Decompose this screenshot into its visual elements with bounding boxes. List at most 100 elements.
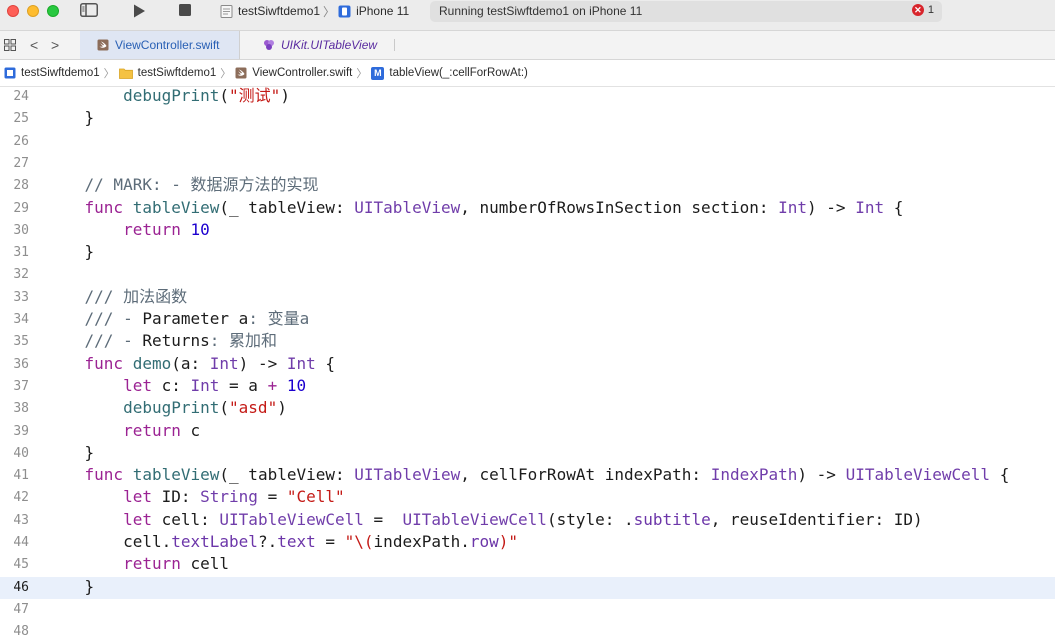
code-line[interactable]: 27 (0, 153, 1055, 175)
code-line[interactable]: 29 func tableView(_ tableView: UITableVi… (0, 198, 1055, 220)
code-line[interactable]: 31 } (0, 242, 1055, 264)
code-line[interactable]: 33 /// 加法函数 (0, 287, 1055, 309)
code-token: Int (778, 197, 808, 217)
device-name: iPhone 11 (356, 4, 410, 18)
tab-uikit-uitableview[interactable]: UIKit.UITableView (256, 31, 396, 59)
code-line[interactable]: 40 } (0, 443, 1055, 465)
code-line[interactable]: 32 (0, 264, 1055, 286)
code-text: } (46, 443, 95, 463)
code-token: ) -> (807, 197, 856, 217)
source-editor[interactable]: 24 debugPrint("测试") 25 } 26 27 28 // MARK: -… (0, 87, 1055, 635)
code-token: , numberOfRowsInSection section: (460, 197, 779, 217)
code-token: /// - (84, 309, 143, 328)
code-line[interactable]: 42 let ID: String = "Cell" (0, 487, 1055, 509)
line-number: 36 (13, 356, 29, 372)
code-token: ) (280, 87, 290, 105)
code-token: indexPath. (373, 532, 470, 551)
code-line[interactable]: 43 let cell: UITableViewCell = UITableVi… (0, 510, 1055, 532)
code-token: ) -> (238, 353, 287, 373)
code-token: let (123, 375, 152, 395)
line-number: 30 (13, 222, 29, 238)
code-token: )" (498, 532, 519, 551)
breadcrumb-file-label: ViewController.swift (252, 67, 353, 79)
breadcrumb-method[interactable]: M tableView(_:cellForRowAt:) (371, 66, 528, 80)
swift-file-icon (97, 39, 109, 51)
line-number: 38 (13, 401, 29, 417)
code-line[interactable]: 45 return cell (0, 554, 1055, 576)
breadcrumb-file[interactable]: ViewController.swift (235, 67, 352, 79)
code-line[interactable]: 41 func tableView(_ tableView: UITableVi… (0, 465, 1055, 487)
line-number: 41 (13, 468, 29, 484)
scheme-selector[interactable]: testSiwftdemo1 〉 iPhone 11 (220, 3, 409, 19)
close-window-button[interactable] (7, 5, 19, 17)
code-token: Int (855, 197, 885, 217)
tab-divider (394, 39, 395, 51)
line-number: 39 (13, 423, 29, 439)
code-line[interactable]: 37 let c: Int = a + 10 (0, 376, 1055, 398)
code-token: (_ tableView: (219, 465, 355, 485)
code-token: = (315, 532, 345, 551)
code-line[interactable]: 35 /// - Returns: 累加和 (0, 331, 1055, 353)
code-line[interactable]: 34 /// - Parameter a: 变量a (0, 309, 1055, 331)
minimize-window-button[interactable] (27, 5, 39, 17)
navigate-back-icon[interactable]: < (30, 37, 38, 53)
code-token: Returns (142, 331, 210, 351)
error-indicator[interactable]: ✕ 1 (911, 4, 934, 16)
code-token: (style: . (546, 509, 634, 529)
code-text: } (46, 577, 95, 597)
code-token: ) (277, 398, 287, 418)
sidebar-toggle-icon[interactable] (80, 3, 98, 17)
code-token: { (315, 353, 336, 373)
code-token: } (46, 242, 95, 262)
code-token: (_ tableView: (219, 197, 355, 217)
code-text: return 10 (46, 220, 210, 240)
zoom-window-button[interactable] (47, 5, 59, 17)
code-line[interactable]: 38 debugPrint("asd") (0, 398, 1055, 420)
code-text: func demo(a: Int) -> Int { (46, 354, 335, 374)
tab-viewcontroller-swift[interactable]: ViewController.swift (80, 31, 240, 59)
play-icon (134, 4, 145, 18)
code-text: let cell: UITableViewCell = UITableViewC… (46, 510, 923, 530)
related-items-grid-icon[interactable] (4, 39, 16, 51)
code-token: debugPrint (123, 398, 220, 418)
stop-button[interactable] (178, 3, 192, 17)
code-line[interactable]: 28 // MARK: - 数据源方法的实现 (0, 175, 1055, 197)
code-line[interactable]: 39 return c (0, 421, 1055, 443)
code-token: ID: (151, 487, 201, 507)
code-line[interactable]: 30 return 10 (0, 220, 1055, 242)
breadcrumb-project[interactable]: testSiwftdemo1 (4, 67, 100, 79)
code-text: // MARK: - 数据源方法的实现 (46, 175, 319, 195)
code-token: row (469, 532, 499, 551)
code-line[interactable]: 26 (0, 131, 1055, 153)
code-token: : 变量a (248, 309, 310, 328)
code-token: UITableView (354, 465, 461, 485)
module-icon (264, 40, 274, 50)
code-token: UITableView (354, 197, 461, 217)
activity-status-field[interactable]: Running testSiwftdemo1 on iPhone 11 ✕ 1 (430, 1, 942, 22)
code-line[interactable]: 46 } (0, 576, 1055, 599)
line-number: 37 (13, 378, 29, 394)
code-line[interactable]: 24 debugPrint("测试") (0, 87, 1055, 108)
code-token: Int (190, 375, 220, 395)
code-token: cell (180, 554, 230, 574)
code-line[interactable]: 36 func demo(a: Int) -> Int { (0, 354, 1055, 376)
breadcrumb-folder[interactable]: testSiwftdemo1 (118, 67, 216, 79)
run-button[interactable] (130, 2, 148, 20)
line-number: 26 (13, 133, 29, 149)
code-line[interactable]: 25 } (0, 108, 1055, 130)
code-token: func (84, 465, 124, 485)
code-token: { (990, 465, 1010, 485)
code-token: /// - (84, 331, 143, 351)
code-line[interactable]: 48 (0, 621, 1055, 635)
code-line[interactable]: 47 (0, 599, 1055, 621)
scheme-project-name: testSiwftdemo1 (238, 4, 321, 18)
method-icon: M (371, 66, 385, 80)
code-line[interactable]: 44 cell.textLabel?.text = "\(indexPath.r… (0, 532, 1055, 554)
navigate-forward-icon[interactable]: > (51, 37, 59, 53)
